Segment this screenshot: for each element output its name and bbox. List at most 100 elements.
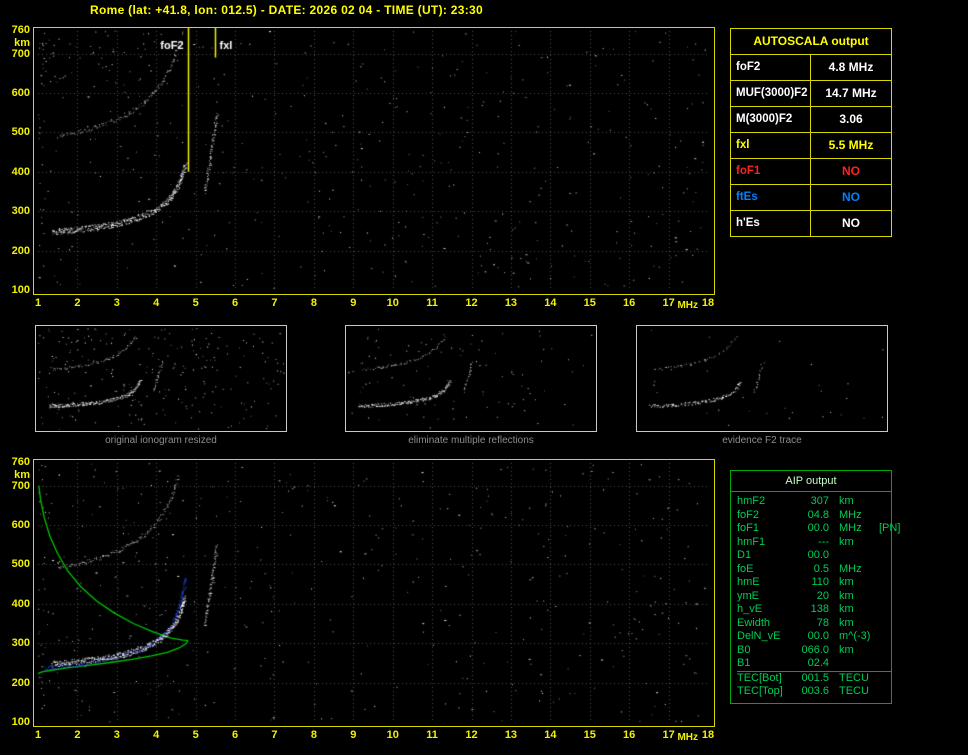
aip-row: foF100.0MHz[PN] [737, 522, 891, 536]
x-axis-tick-label: 13 [499, 297, 523, 310]
aip-row-unit: km [829, 603, 875, 617]
aip-row-label: ymE [737, 590, 795, 604]
aip-row-unit [829, 549, 875, 563]
y-axis-tick-label: 760 [0, 456, 30, 469]
x-axis-tick-label: 14 [538, 297, 562, 310]
thumbnail-evidence-f2 [636, 325, 888, 432]
y-axis-tick-label: 200 [0, 245, 30, 258]
autoscala-output-panel: AUTOSCALA output foF24.8 MHzMUF(3000)F21… [730, 28, 892, 237]
x-axis-tick-label: 4 [144, 729, 168, 742]
x-axis-tick-label: 18 [696, 297, 720, 310]
aip-row-label: hmF2 [737, 495, 795, 509]
autoscala-row-label: foF2 [731, 55, 811, 80]
restored-ionogram-canvas [34, 460, 712, 724]
aip-row-value: 066.0 [795, 644, 829, 658]
station-date-time-title: Rome (lat: +41.8, lon: 012.5) - DATE: 20… [90, 3, 483, 17]
x-axis-tick-label: 6 [223, 297, 247, 310]
autoscala-row-value: 5.5 MHz [811, 133, 891, 158]
aip-row-label: B1 [737, 657, 795, 671]
x-axis-tick-label: 11 [420, 297, 444, 310]
autoscala-row: ftEsNO [731, 184, 891, 210]
x-axis-tick-label: 8 [302, 729, 326, 742]
thumbnail-eliminate-canvas [346, 326, 596, 431]
aip-row-value: 78 [795, 617, 829, 631]
x-axis-tick-label: 11 [420, 729, 444, 742]
aip-row-unit [829, 657, 875, 671]
x-axis-tick-label: 7 [262, 297, 286, 310]
x-axis-tick-label: 13 [499, 729, 523, 742]
aip-row-value: 20 [795, 590, 829, 604]
aip-row-label: Ewidth [737, 617, 795, 631]
aip-row-extra [875, 576, 891, 590]
y-axis-tick-label: 400 [0, 166, 30, 179]
aip-row-unit: MHz [829, 563, 875, 577]
aip-row-unit: m^(-3) [829, 630, 875, 644]
x-axis-tick-label: 2 [65, 729, 89, 742]
aip-output-panel: AIP output hmF2307kmfoF204.8MHzfoF100.0M… [730, 470, 892, 704]
x-axis-tick-label: 9 [341, 297, 365, 310]
x-axis-tick-label: 14 [538, 729, 562, 742]
autoscala-row: M(3000)F23.06 [731, 106, 891, 132]
aip-row-label: hmF1 [737, 536, 795, 550]
aip-row: h_vE138km [737, 603, 891, 617]
aip-row-unit: km [829, 617, 875, 631]
y-axis-tick-label: 500 [0, 126, 30, 139]
y-axis-tick-label: 600 [0, 519, 30, 532]
autoscala-row-value: 3.06 [811, 107, 891, 132]
aip-row-extra [875, 685, 891, 699]
autoscala-row: foF1NO [731, 158, 891, 184]
x-axis-tick-label: 5 [184, 729, 208, 742]
thumbnail-caption: original ionogram resized [35, 435, 287, 446]
x-axis-unit-label: MHz [666, 732, 698, 744]
y-axis-tick-label: 400 [0, 598, 30, 611]
aip-row-label: foF2 [737, 509, 795, 523]
aip-row-label: foF1 [737, 522, 795, 536]
thumbnail-caption: evidence F2 trace [636, 435, 888, 446]
autoscala-window: Rome (lat: +41.8, lon: 012.5) - DATE: 20… [0, 0, 968, 755]
autoscala-row-label: MUF(3000)F2 [731, 81, 811, 106]
aip-row-value: 00.0 [795, 549, 829, 563]
aip-row-value: 00.0 [795, 522, 829, 536]
restored-ionogram-plot [33, 459, 715, 727]
autoscala-row-label: fxl [731, 133, 811, 158]
aip-row-label: D1 [737, 549, 795, 563]
y-axis-unit-label: km [0, 37, 30, 50]
x-axis-tick-label: 3 [105, 729, 129, 742]
aip-row-extra [875, 672, 891, 686]
aip-row-extra [875, 617, 891, 631]
aip-row-extra [875, 495, 891, 509]
aip-row-extra [875, 603, 891, 617]
aip-row: DelN_vE00.0m^(-3) [737, 630, 891, 644]
aip-row-extra [875, 644, 891, 658]
y-axis-tick-label: 500 [0, 558, 30, 571]
x-axis-tick-label: 4 [144, 297, 168, 310]
thumbnail-original-ionogram [35, 325, 287, 432]
aip-output-title: AIP output [731, 471, 891, 492]
x-axis-tick-label: 16 [617, 297, 641, 310]
autoscala-output-title: AUTOSCALA output [731, 29, 891, 55]
aip-row-value: 003.6 [795, 685, 829, 699]
x-axis-tick-label: 5 [184, 297, 208, 310]
aip-row-label: B0 [737, 644, 795, 658]
aip-row-value: 02.4 [795, 657, 829, 671]
autoscala-output-rows: foF24.8 MHzMUF(3000)F214.7 MHzM(3000)F23… [731, 55, 891, 236]
autoscala-row-label: foF1 [731, 159, 811, 184]
aip-output-rows: hmF2307kmfoF204.8MHzfoF100.0MHz[PN]hmF1-… [731, 492, 891, 703]
aip-row-value: 307 [795, 495, 829, 509]
y-axis-tick-label: 100 [0, 716, 30, 729]
x-axis-tick-label: 12 [460, 297, 484, 310]
autoscala-row-value: 14.7 MHz [811, 81, 891, 106]
x-axis-tick-label: 3 [105, 297, 129, 310]
aip-row-extra [875, 630, 891, 644]
autoscala-row: h'EsNO [731, 210, 891, 236]
autoscala-row-value: NO [811, 211, 891, 236]
aip-row: D100.0 [737, 549, 891, 563]
aip-row-extra [875, 563, 891, 577]
aip-row: hmF2307km [737, 495, 891, 509]
aip-row-unit: MHz [829, 509, 875, 523]
aip-row-extra [875, 590, 891, 604]
aip-row-value: 138 [795, 603, 829, 617]
autoscala-row-value: NO [811, 159, 891, 184]
autoscala-row-value: NO [811, 185, 891, 210]
autoscala-row: fxl5.5 MHz [731, 132, 891, 158]
